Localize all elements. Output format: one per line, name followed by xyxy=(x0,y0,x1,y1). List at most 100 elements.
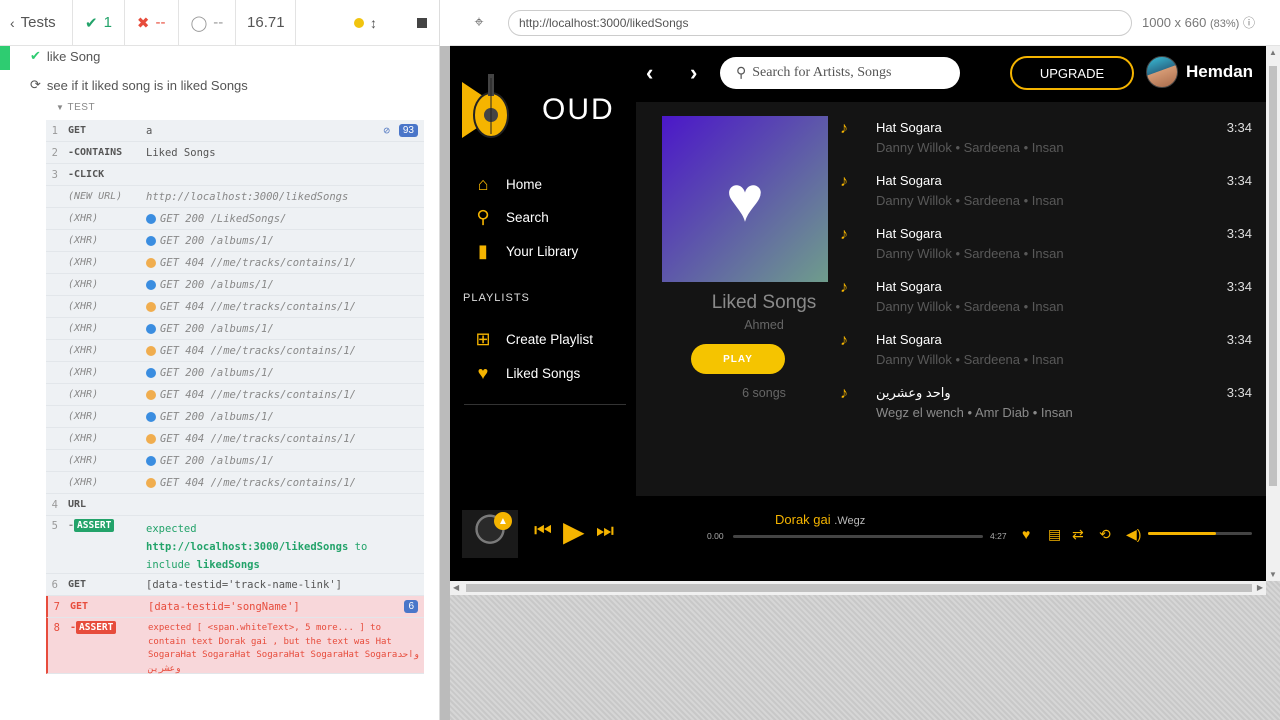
command-row[interactable]: (XHR) GET 404 //me/tracks/contains/1/ xyxy=(46,428,424,450)
next-icon[interactable]: ⏭ xyxy=(596,520,614,543)
command-row[interactable]: (XHR) GET 404 //me/tracks/contains/1/ xyxy=(46,296,424,318)
track-row[interactable]: ♪ Hat Sogara Danny Willok • Sardeena • Ins… xyxy=(836,326,1256,379)
command-row[interactable]: (NEW URL) http://localhost:3000/likedSong… xyxy=(46,186,424,208)
command-message: GET 200 /albums/1/ xyxy=(146,411,424,423)
command-get-song-name[interactable]: 7 GET [data-testid='songName'] 6 xyxy=(46,596,424,618)
avatar[interactable] xyxy=(1146,56,1178,88)
upgrade-button[interactable]: UPGRADE xyxy=(1010,56,1134,90)
command-name: (XHR) xyxy=(68,323,99,334)
command-row[interactable]: 3 -CLICK xyxy=(46,164,424,186)
volume-slider[interactable] xyxy=(1148,532,1252,535)
command-row[interactable]: (XHR) GET 404 //me/tracks/contains/1/ xyxy=(46,472,424,494)
command-name: (XHR) xyxy=(68,389,99,400)
command-row[interactable]: 2 -CONTAINS Liked Songs xyxy=(46,142,424,164)
command-row[interactable]: (XHR) GET 200 /albums/1/ xyxy=(46,362,424,384)
create-playlist-button[interactable]: ⊞ Create Playlist xyxy=(472,329,593,350)
heart-icon[interactable]: ♥ xyxy=(1022,526,1030,542)
bookmark-icon: ▮ xyxy=(478,241,488,261)
track-row[interactable]: ♪ Hat Sogara Danny Willok • Sardeena • Ins… xyxy=(836,167,1256,220)
home-icon: ⌂ xyxy=(477,174,489,194)
track-name[interactable]: Hat Sogara xyxy=(876,120,942,135)
nav-label: Search xyxy=(506,210,549,225)
track-duration: 3:34 xyxy=(1226,226,1252,241)
test-like-song[interactable]: ✔ like Song xyxy=(30,48,100,64)
selector-playground-icon[interactable]: ⌖ xyxy=(450,14,508,32)
app-under-test: OUD ⌂ Home ⚲ Search ▮ Your Library PLAYL… xyxy=(450,46,1266,581)
app-vertical-scrollbar[interactable]: ▲ ▼ xyxy=(1266,46,1280,581)
username[interactable]: Hemdan xyxy=(1186,62,1253,82)
sidebar-divider xyxy=(464,404,626,405)
tests-button[interactable]: ‹ Tests xyxy=(0,0,73,46)
scroll-toggle-icon[interactable]: ↕ xyxy=(370,15,377,31)
failed-count[interactable]: ✖ -- xyxy=(125,0,179,46)
command-row[interactable]: 1 GET a ⊘ 93 xyxy=(46,120,424,142)
command-name: (XHR) xyxy=(68,345,99,356)
command-row[interactable]: (XHR) GET 404 //me/tracks/contains/1/ xyxy=(46,384,424,406)
search-input[interactable]: ⚲ Search for Artists, Songs xyxy=(720,57,960,89)
play-icon[interactable]: ▶ xyxy=(563,515,585,548)
chevron-up-icon[interactable]: ▲ xyxy=(494,512,512,530)
track-row[interactable]: ♪ Hat Sogara Danny Willok • Sardeena • Ins… xyxy=(836,220,1256,273)
heart-icon: ♥ xyxy=(477,363,489,383)
forward-arrow-icon[interactable]: › xyxy=(690,60,697,86)
track-name[interactable]: Hat Sogara xyxy=(876,173,942,188)
command-row[interactable]: (XHR) GET 200 /LikedSongs/ xyxy=(46,208,424,230)
test-liked-song-in-liked-songs[interactable]: ⟳ see if it liked song is in liked Songs xyxy=(30,77,248,93)
test-title: like Song xyxy=(46,48,101,64)
track-row[interactable]: ♪ واحد وعشرين Wegz el wench • Amr Diab • I… xyxy=(836,379,1256,432)
command-row[interactable]: (XHR) GET 200 /albums/1/ xyxy=(46,450,424,472)
track-row[interactable]: ♪ Hat Sogara Danny Willok • Sardeena • Ins… xyxy=(836,273,1256,326)
track-name[interactable]: Hat Sogara xyxy=(876,279,942,294)
panel-resizer[interactable] xyxy=(440,46,450,720)
progress-bar[interactable] xyxy=(733,535,983,538)
passed-count[interactable]: ✔ 1 xyxy=(73,0,125,46)
now-playing-title[interactable]: Dorak gai .Wegz xyxy=(775,512,865,527)
check-icon: ✔ xyxy=(85,14,98,32)
queue-icon[interactable]: ▤ xyxy=(1048,526,1061,543)
nav-library[interactable]: ▮ Your Library xyxy=(472,241,578,262)
command-row[interactable]: (XHR) GET 404 //me/tracks/contains/1/ xyxy=(46,340,424,362)
track-artists[interactable]: Danny Willok • Sardeena • Insan xyxy=(876,193,1064,208)
viewport-size[interactable]: 1000 x 660 (83%) ⓘ xyxy=(1142,14,1255,31)
nav-home[interactable]: ⌂ Home xyxy=(472,174,542,195)
track-artists[interactable]: Danny Willok • Sardeena • Insan xyxy=(876,299,1064,314)
shuffle-icon[interactable]: ⇄ xyxy=(1072,526,1084,543)
oud-logo[interactable]: OUD xyxy=(460,74,615,146)
stop-icon[interactable] xyxy=(417,17,427,28)
track-name[interactable]: Hat Sogara xyxy=(876,226,942,241)
volume-icon[interactable]: ◀) xyxy=(1126,526,1141,543)
back-arrow-icon[interactable]: ‹ xyxy=(646,60,653,86)
repeat-icon[interactable]: ⟲ xyxy=(1099,526,1111,543)
command-row[interactable]: (XHR) GET 200 /albums/1/ xyxy=(46,318,424,340)
command-row[interactable]: (XHR) GET 200 /albums/1/ xyxy=(46,274,424,296)
track-artists[interactable]: Danny Willok • Sardeena • Insan xyxy=(876,246,1064,261)
playlists-heading: PLAYLISTS xyxy=(463,292,530,304)
previous-icon[interactable]: ⏮ xyxy=(534,520,552,543)
command-row[interactable]: (XHR) GET 404 //me/tracks/contains/1/ xyxy=(46,252,424,274)
command-assert-failed[interactable]: 8 - ASSERT expected [ <span.whiteText>, 5… xyxy=(46,618,424,674)
command-row[interactable]: 4 URL xyxy=(46,494,424,516)
pending-count[interactable]: ◯ -- xyxy=(179,0,237,46)
track-artists[interactable]: Wegz el wench • Amr Diab • Insan xyxy=(876,405,1073,420)
command-get-track-name[interactable]: 6 GET [data-testid='track-name-link'] xyxy=(46,574,424,596)
url-bar[interactable]: http://localhost:3000/likedSongs xyxy=(508,9,1132,36)
command-row[interactable]: (XHR) GET 200 /albums/1/ xyxy=(46,406,424,428)
command-message: Liked Songs xyxy=(146,146,216,159)
status-dot-icon xyxy=(146,279,156,290)
track-name[interactable]: واحد وعشرين xyxy=(876,385,951,401)
command-row[interactable]: (XHR) GET 200 /albums/1/ xyxy=(46,230,424,252)
command-assert-url[interactable]: 5 - ASSERT expected http://localhost:3000… xyxy=(46,516,424,574)
liked-songs-link[interactable]: ♥ Liked Songs xyxy=(472,363,581,384)
status-dot-icon xyxy=(146,213,156,224)
track-artists[interactable]: Danny Willok • Sardeena • Insan xyxy=(876,352,1064,367)
command-name: (XHR) xyxy=(68,213,99,224)
track-artists[interactable]: Danny Willok • Sardeena • Insan xyxy=(876,140,1064,155)
track-row[interactable]: ♪ Hat Sogara Danny Willok • Sardeena • Ins… xyxy=(836,114,1256,167)
nav-search[interactable]: ⚲ Search xyxy=(472,207,549,228)
track-name[interactable]: Hat Sogara xyxy=(876,332,942,347)
play-button[interactable]: PLAY xyxy=(691,344,785,374)
caret-down-icon: ▼ xyxy=(56,103,65,112)
command-number: 4 xyxy=(51,498,58,511)
pending-value: -- xyxy=(213,14,224,31)
app-horizontal-scrollbar[interactable]: ◀ ▶ xyxy=(450,581,1266,595)
